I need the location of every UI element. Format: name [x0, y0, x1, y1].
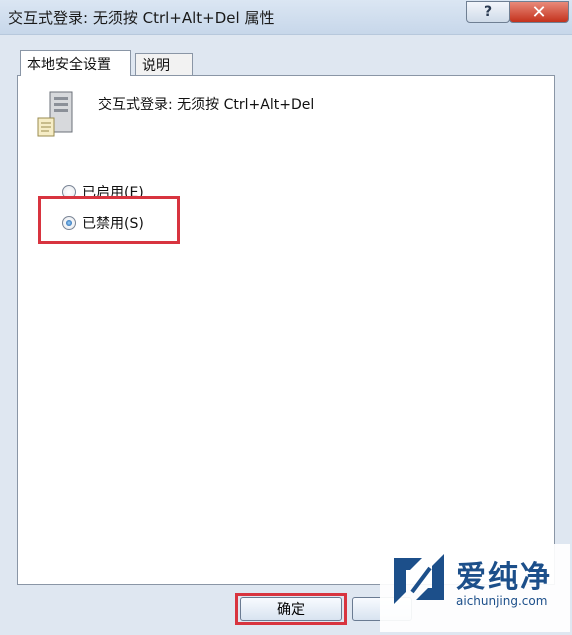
watermark-name: 爱纯净	[456, 560, 552, 595]
disabled-option-highlight	[38, 196, 180, 244]
policy-title: 交互式登录: 无须按 Ctrl+Alt+Del	[98, 97, 315, 113]
watermark: 爱纯净 aichunjing.com	[380, 544, 570, 632]
tab-explain[interactable]: 说明	[135, 53, 193, 76]
help-button[interactable]: ?	[466, 1, 510, 23]
settings-panel: 交互式登录: 无须按 Ctrl+Alt+Del 已启用(E) 已禁用(S)	[17, 75, 555, 585]
title-bar: 交互式登录: 无须按 Ctrl+Alt+Del 属性 ? ✕	[0, 0, 572, 35]
server-icon	[37, 91, 73, 137]
watermark-url: aichunjing.com	[456, 594, 548, 608]
watermark-logo	[394, 554, 444, 604]
tab-local-security-settings[interactable]: 本地安全设置	[20, 50, 131, 76]
ok-button-highlight	[235, 593, 347, 625]
window-title: 交互式登录: 无须按 Ctrl+Alt+Del 属性	[8, 9, 275, 27]
close-button[interactable]: ✕	[509, 1, 569, 23]
